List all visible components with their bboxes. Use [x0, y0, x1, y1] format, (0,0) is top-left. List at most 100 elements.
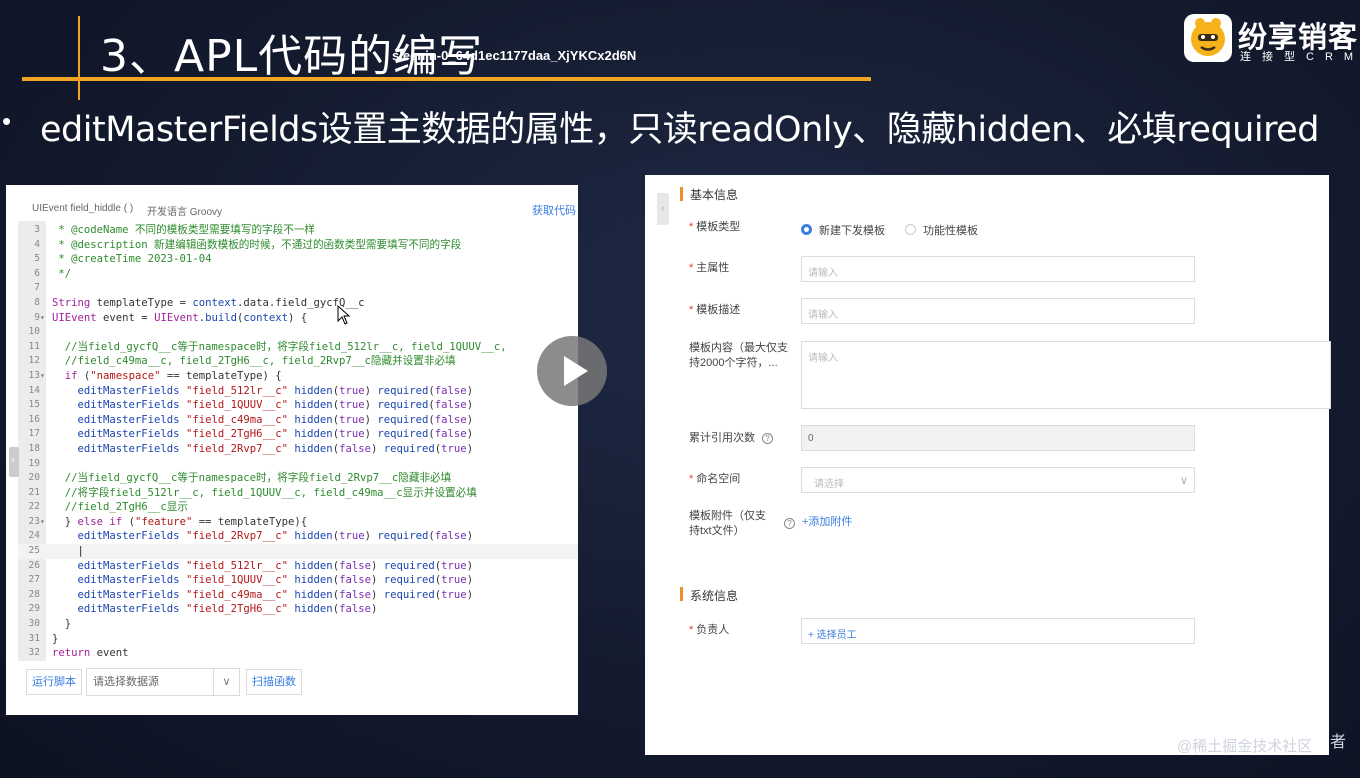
line-number: 8 — [34, 296, 40, 308]
code-line[interactable]: 24 editMasterFields "field_2Rvp7__c" hid… — [18, 529, 578, 544]
help-icon[interactable]: ? — [762, 433, 773, 444]
code-line[interactable]: 23 ▾ } else if ("feature" == templateType… — [18, 515, 578, 530]
line-number: 11 — [28, 340, 40, 352]
code-line[interactable]: 18 editMasterFields "field_2Rvp7__c" hid… — [18, 442, 578, 457]
code-line[interactable]: 28 editMasterFields "field_c49ma__c" hid… — [18, 588, 578, 603]
section-basic-info: 基本信息 — [690, 188, 739, 202]
line-number: 13 — [28, 369, 40, 381]
line-number: 7 — [34, 282, 40, 294]
template-form-panel: ‹ 基本信息 * 模板类型 新建下发模板 功能性模板 * 主属性 请输入 * 模板描述… — [645, 175, 1331, 755]
help-icon[interactable]: ? — [784, 518, 795, 529]
code-text: editMasterFields "field_2TgH6__c" hidden… — [77, 428, 474, 441]
code-text: editMasterFields "field_2Rvp7__c" hidden… — [77, 442, 474, 455]
code-line[interactable]: 9 ▾ UIEvent event = UIEvent.build(context)… — [18, 311, 578, 326]
editor-header: UIEvent field_hiddle ( ) 开发语言 Groovy 获取代… — [6, 185, 578, 221]
code-text: * @description 新建编辑函数模板的时候，不通过的函数类型需要填写不… — [52, 238, 462, 251]
function-signature: UIEvent field_hiddle ( ) — [32, 203, 134, 214]
code-text: */ — [52, 267, 72, 280]
line-number: 26 — [28, 559, 40, 571]
code-line[interactable]: 7 — [18, 281, 578, 296]
code-line[interactable]: 13 ▾ if ("namespace" == templateType) { — [18, 369, 578, 384]
play-video-icon[interactable] — [537, 336, 607, 406]
language-label: 开发语言 Groovy — [147, 207, 223, 218]
namespace-select[interactable]: 请选择 ∨ — [801, 467, 1195, 493]
code-line[interactable]: 3 * @codeName 不同的模板类型需要填写的字段不一样 — [18, 223, 578, 238]
code-text: //field_2TgH6__c显示 — [52, 501, 188, 514]
code-line[interactable]: 25 | — [18, 544, 578, 559]
line-number: 14 — [28, 384, 40, 396]
main-attribute-input[interactable]: 请输入 — [801, 256, 1195, 282]
template-content-textarea[interactable]: 请输入 — [801, 341, 1331, 409]
line-number: 15 — [28, 399, 40, 411]
line-number: 31 — [28, 632, 40, 644]
line-number: 21 — [28, 486, 40, 498]
template-desc-label: * 模板描述 — [689, 304, 741, 316]
code-line[interactable]: 19 — [18, 457, 578, 472]
code-text: editMasterFields "field_1QUUV__c" hidden… — [77, 574, 474, 587]
code-line[interactable]: 27 editMasterFields "field_1QUUV__c" hid… — [18, 573, 578, 588]
code-line[interactable]: 14 editMasterFields "field_512lr__c" hid… — [18, 384, 578, 399]
select-employee-field[interactable]: + 选择员工 — [801, 618, 1195, 644]
code-text: return event — [52, 647, 129, 660]
collapse-panel-icon[interactable]: ‹ — [657, 193, 669, 225]
radio-new-template-label[interactable]: 新建下发模板 — [819, 222, 885, 238]
watermark-id: sleenin-0_64d1ec1177daa_XjYKCx2d6N — [392, 48, 637, 63]
code-line[interactable]: 29 editMasterFields "field_2TgH6__c" hid… — [18, 602, 578, 617]
template-content-label: 模板内容（最大仅支 持2000个字符，... — [689, 342, 788, 369]
code-line[interactable]: 22 //field_2TgH6__c显示 — [18, 500, 578, 515]
owner-label: * 负责人 — [689, 624, 730, 636]
code-line[interactable]: 4 * @description 新建编辑函数模板的时候，不通过的函数类型需要填… — [18, 238, 578, 253]
line-number: 22 — [28, 501, 40, 513]
line-number: 16 — [28, 413, 40, 425]
radio-functional-template[interactable] — [905, 224, 916, 235]
radio-functional-template-label[interactable]: 功能性模板 — [923, 222, 978, 238]
code-text: editMasterFields "field_c49ma__c" hidden… — [77, 413, 474, 426]
code-text: UIEvent event = UIEvent.build(context) { — [52, 311, 308, 324]
code-line[interactable]: 20 //当field_gycfQ__c等于namespace时，将字段fiel… — [18, 471, 578, 486]
code-line[interactable]: 12 //field_c49ma__c, field_2TgH6__c, fie… — [18, 354, 578, 369]
code-line[interactable]: 31} — [18, 632, 578, 647]
run-script-button[interactable]: 运行脚本 — [26, 669, 82, 695]
code-line[interactable]: 26 editMasterFields "field_512lr__c" hid… — [18, 559, 578, 574]
code-text: } — [52, 618, 72, 631]
code-line[interactable]: 6 */ — [18, 267, 578, 282]
chevron-down-icon[interactable]: ∨ — [213, 669, 239, 695]
fold-toggle-icon[interactable]: ▾ — [40, 311, 45, 326]
datasource-placeholder: 请选择数据源 — [93, 676, 159, 688]
code-text: editMasterFields "field_c49ma__c" hidden… — [77, 588, 474, 601]
bullet-icon: • — [2, 106, 12, 136]
code-line[interactable]: 10 — [18, 325, 578, 340]
title-accent-vertical — [78, 16, 80, 100]
datasource-select[interactable]: 请选择数据源 ∨ — [86, 668, 240, 696]
code-line[interactable]: 32 return event — [18, 646, 578, 661]
code-text: //field_c49ma__c, field_2TgH6__c, field_… — [52, 355, 456, 368]
code-line[interactable]: 30 } — [18, 617, 578, 632]
code-line[interactable]: 21 //将字段field_512lr__c, field_1QUUV__c, … — [18, 486, 578, 501]
code-area[interactable]: 3 * @codeName 不同的模板类型需要填写的字段不一样 4 * @desc… — [18, 223, 578, 661]
code-text: //当field_gycfQ__c等于namespace时，将字段field_5… — [52, 340, 507, 353]
code-line[interactable]: 8 String templateType = context.data.fiel… — [18, 296, 578, 311]
code-line[interactable]: 15 editMasterFields "field_1QUUV__c" hid… — [18, 398, 578, 413]
scan-function-button[interactable]: 扫描函数 — [246, 669, 302, 695]
line-number: 12 — [28, 355, 40, 367]
code-text: editMasterFields "field_512lr__c" hidden… — [77, 559, 474, 572]
radio-new-template[interactable] — [801, 224, 812, 235]
fold-toggle-icon[interactable]: ▾ — [40, 515, 45, 530]
reference-count-label: 累计引用次数 — [689, 432, 755, 444]
code-line[interactable]: 17 editMasterFields "field_2TgH6__c" hid… — [18, 427, 578, 442]
fold-toggle-icon[interactable]: ▾ — [40, 369, 45, 384]
line-number: 17 — [28, 428, 40, 440]
template-desc-input[interactable]: 请输入 — [801, 298, 1195, 324]
add-attachment-link[interactable]: +添加附件 — [802, 513, 852, 529]
credit-tail: 者 — [1330, 734, 1347, 751]
code-text: editMasterFields "field_1QUUV__c" hidden… — [77, 399, 474, 412]
line-number: 19 — [28, 457, 40, 469]
code-text: | — [52, 545, 84, 558]
line-number: 20 — [28, 472, 40, 484]
line-number: 27 — [28, 574, 40, 586]
line-number: 3 — [34, 224, 40, 235]
code-line[interactable]: 5 * @createTime 2023-01-04 — [18, 252, 578, 267]
fetch-code-link[interactable]: 获取代码 — [532, 202, 576, 218]
code-line[interactable]: 16 editMasterFields "field_c49ma__c" hid… — [18, 413, 578, 428]
code-line[interactable]: 11 //当field_gycfQ__c等于namespace时，将字段fiel… — [18, 340, 578, 355]
